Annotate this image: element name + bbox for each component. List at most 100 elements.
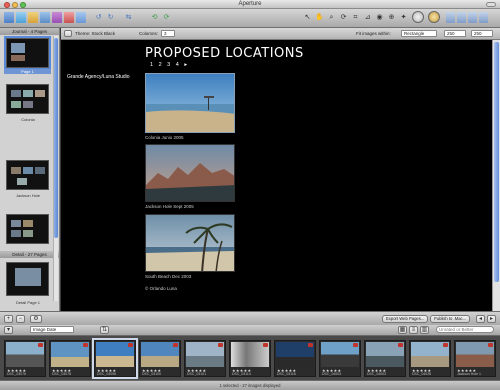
toolbar-toggle-button[interactable] — [486, 2, 496, 7]
lift-tool-icon[interactable]: ⊕ — [387, 13, 396, 22]
rotate-left-icon[interactable]: ↺ — [94, 13, 103, 22]
image-name: DSC_03116 — [277, 372, 296, 376]
image-name: DSC_04028 — [412, 372, 432, 376]
loupe-button-icon[interactable] — [412, 11, 424, 23]
version-badge — [128, 343, 133, 347]
filmstrip-item[interactable]: ★★★★★ DSC_04028 — [409, 340, 451, 377]
stack-icon[interactable]: ⇆ — [124, 13, 133, 22]
image-height-field[interactable]: 250 — [471, 30, 493, 37]
sort-order-icon[interactable]: ⇅ — [100, 326, 109, 334]
rotate-right-icon[interactable]: ↻ — [106, 13, 115, 22]
add-page-icon[interactable]: + — [4, 315, 13, 323]
export-web-pages-button[interactable]: Export Web Pages... — [382, 315, 429, 323]
filmstrip-item[interactable]: ★★★★★ DSC_04003 — [319, 340, 361, 377]
detail-section-header[interactable]: Detail - 27 Pages — [0, 251, 59, 258]
copyright-text: © Orlando Luna — [145, 286, 177, 291]
columns-stepper[interactable]: 3 — [161, 30, 175, 37]
studio-name: Grande Agency/Luna Studio — [67, 74, 130, 80]
pages-panel: Journal - 4 Pages Page 1 Colonia Jackson… — [0, 28, 60, 311]
photo-caption: Colonia Junio 2005 — [145, 135, 184, 140]
layout-split-icon[interactable] — [457, 12, 466, 23]
layout-browser-icon[interactable] — [446, 12, 455, 23]
image-name: Jackson Hole 1 — [457, 372, 481, 376]
webpage-canvas: PROPOSED LOCATIONS 1 2 3 4 ▸ Grande Agen… — [61, 40, 492, 311]
selection-tool-icon[interactable]: ↖ — [303, 13, 312, 22]
zoom-tool-icon[interactable]: ⌕ — [327, 13, 336, 22]
page-thumbnail[interactable] — [6, 160, 49, 190]
compare-icon[interactable]: ⟳ — [162, 13, 171, 22]
filmstrip-item[interactable]: ★★★★★ DSC_03116 — [274, 340, 316, 377]
page-action-menu-icon[interactable]: ⚙ — [30, 315, 42, 323]
new-web-page-icon[interactable] — [76, 12, 86, 23]
loupe-tool-icon[interactable]: ◉ — [375, 13, 384, 22]
photo-caption: South Beach Dec 2003 — [145, 274, 192, 279]
filmstrip-item[interactable]: ★★★★★ DSC_03100 — [139, 340, 181, 377]
list-view-icon[interactable]: ≡ — [409, 326, 418, 334]
new-smart-album-icon[interactable] — [40, 12, 50, 23]
version-badge — [398, 343, 403, 347]
new-light-table-icon[interactable] — [64, 12, 74, 23]
new-book-icon[interactable] — [52, 12, 62, 23]
image-name: DSC_04003 — [322, 372, 342, 376]
sort-select[interactable]: Image Date — [30, 326, 74, 333]
layout-filmstrip-icon[interactable] — [479, 12, 488, 23]
version-badge — [173, 343, 178, 347]
search-field[interactable]: Unrated or Better — [436, 326, 494, 333]
main-toolbar: ↺ ↻ ⇆ ⟲ ⟳ ↖ ✋ ⌕ ⟳ ⌗ ⊿ ◉ ⊕ ✦ — [0, 9, 500, 28]
filmstrip-item[interactable]: ★★★★★ DSC_03101 — [184, 340, 226, 377]
journal-section-header[interactable]: Journal - 4 Pages — [0, 28, 59, 35]
filmstrip-item-selected[interactable]: ★★★★★ DSC_03096 — [92, 338, 138, 379]
canvas-scrollbar-thumb[interactable] — [494, 42, 499, 282]
filmstrip-item[interactable]: ★★★★★ DSC_03076 — [4, 340, 46, 377]
publish-to-mac-button[interactable]: Publish to .Mac... — [430, 315, 471, 323]
straighten-tool-icon[interactable]: ⊿ — [363, 13, 372, 22]
image-name: DSC_04003 — [367, 372, 387, 376]
theme-label[interactable]: Theme: Stock Black — [75, 31, 115, 36]
filmstrip: ★★★★★ DSC_03076 ★★★★★ DSC_03078 ★★★★★ DS… — [0, 336, 500, 380]
next-page-icon[interactable]: ▸ — [487, 315, 496, 323]
page-thumbnail[interactable] — [6, 84, 49, 114]
pick-icon[interactable]: ⟲ — [150, 13, 159, 22]
redeye-tool-icon[interactable]: ✦ — [399, 13, 408, 22]
pages-scrollbar[interactable] — [53, 36, 58, 301]
version-badge — [83, 343, 88, 347]
new-album-icon[interactable] — [28, 12, 38, 23]
filmstrip-item[interactable]: ★★★★★ DSC_03114 — [229, 340, 271, 377]
canvas-scrollbar[interactable] — [492, 40, 500, 311]
theme-icon[interactable] — [64, 30, 72, 37]
filmstrip-item[interactable]: ★★★★★ DSC_03078 — [49, 340, 91, 377]
new-folder-icon[interactable] — [16, 12, 26, 23]
page-thumbnail[interactable] — [6, 214, 49, 244]
version-badge — [263, 343, 268, 347]
fit-images-select[interactable]: Rectangle — [401, 30, 437, 37]
view-mode-button-icon[interactable] — [428, 11, 440, 23]
page-thumbnail-caption: Page 1 — [4, 69, 51, 74]
page-thumbnail[interactable] — [4, 36, 51, 70]
image-name: DSC_03076 — [7, 372, 27, 376]
photo-jackson-hole[interactable] — [145, 144, 235, 202]
status-bar: 1 selected - 27 images displayed — [0, 380, 500, 390]
filmstrip-item[interactable]: ★★★★★ Jackson Hole 1 — [454, 340, 496, 377]
new-project-icon[interactable] — [4, 12, 14, 23]
remove-page-icon[interactable]: − — [16, 315, 25, 323]
version-badge — [38, 343, 43, 347]
browser-toolbar: ▾ Image Date ⇅ ▦ ≡ ▥ Unrated or Better — [0, 325, 500, 336]
previous-page-icon[interactable]: ◂ — [476, 315, 485, 323]
image-width-field[interactable]: 250 — [444, 30, 466, 37]
version-badge — [353, 343, 358, 347]
crop-tool-icon[interactable]: ⌗ — [351, 13, 360, 22]
filmstrip-view-icon[interactable]: ▥ — [420, 326, 429, 334]
status-text: 1 selected - 27 images displayed — [219, 383, 281, 388]
scroll-tool-icon[interactable]: ✋ — [315, 13, 324, 22]
viewer-bottom-bar: + − ⚙ Export Web Pages... Publish to .Ma… — [0, 311, 500, 325]
page-navigation[interactable]: 1 2 3 4 ▸ — [150, 62, 189, 68]
photo-colonia[interactable] — [145, 73, 235, 133]
rotate-tool-icon[interactable]: ⟳ — [339, 13, 348, 22]
pages-scrollbar-thumb[interactable] — [54, 38, 58, 238]
detail-page-thumbnail[interactable] — [6, 262, 49, 296]
grid-view-icon[interactable]: ▦ — [398, 326, 407, 334]
sort-direction-icon[interactable]: ▾ — [4, 326, 13, 334]
filmstrip-item[interactable]: ★★★★★ DSC_04003 — [364, 340, 406, 377]
photo-south-beach[interactable] — [145, 214, 235, 272]
layout-viewer-icon[interactable] — [468, 12, 477, 23]
